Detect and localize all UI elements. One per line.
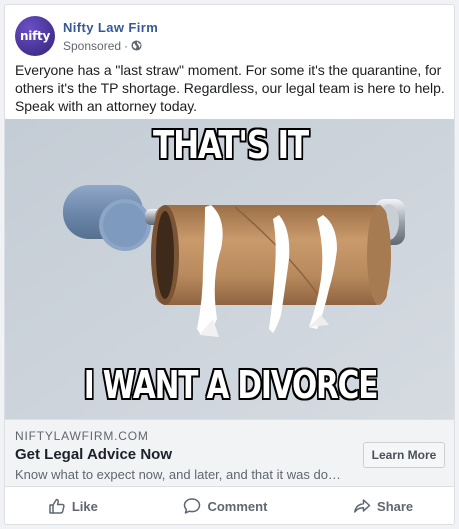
meme-image[interactable]: THAT'S IT I WANT A DIVORCE	[5, 119, 454, 419]
link-title[interactable]: Get Legal Advice Now	[15, 446, 172, 463]
share-button[interactable]: Share	[343, 491, 423, 521]
share-label: Share	[377, 498, 414, 514]
meme-top-caption: THAT'S IT	[152, 122, 310, 168]
link-description: Know what to expect now, and later, and …	[15, 467, 345, 482]
post-meta: Nifty Law Firm Sponsored ·	[63, 19, 158, 54]
learn-more-button[interactable]: Learn More	[363, 442, 445, 468]
sponsored-label[interactable]: Sponsored	[63, 38, 121, 54]
meme-bottom-caption: I WANT A DIVORCE	[83, 362, 379, 408]
comment-button[interactable]: Comment	[173, 491, 277, 521]
comment-label: Comment	[207, 498, 268, 514]
sponsored-post-card: nifty Nifty Law Firm Sponsored · Everyon…	[4, 4, 455, 525]
separator-dot: ·	[124, 38, 129, 53]
like-label: Like	[71, 498, 98, 514]
share-icon	[354, 499, 371, 513]
post-subline: Sponsored ·	[63, 38, 158, 54]
page-name-link[interactable]: Nifty Law Firm	[63, 19, 158, 36]
thumbs-up-icon	[49, 498, 65, 514]
like-button[interactable]: Like	[38, 491, 108, 521]
comment-icon	[184, 498, 201, 514]
globe-icon[interactable]	[131, 40, 142, 51]
link-domain: NIFTYLAWFIRM.COM	[15, 429, 149, 443]
post-actions-bar: Like Comment Share	[5, 487, 454, 524]
post-body-text: Everyone has a "last straw" moment. For …	[15, 62, 445, 114]
post-header: nifty Nifty Law Firm Sponsored ·	[15, 16, 158, 56]
link-preview[interactable]: NIFTYLAWFIRM.COM Get Legal Advice Now Kn…	[5, 419, 454, 487]
avatar-logo-text: nifty	[20, 29, 50, 43]
page-avatar[interactable]: nifty	[15, 16, 55, 56]
